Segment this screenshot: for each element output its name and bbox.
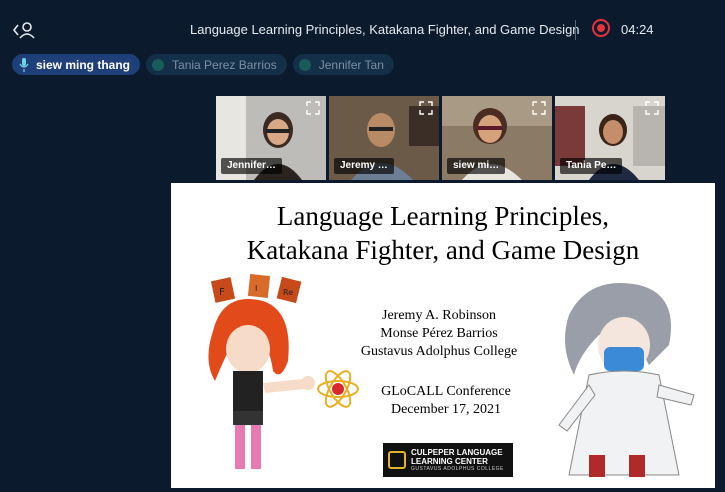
tile-name-label: Jeremy … [334, 158, 394, 174]
avatar-dot-icon [298, 58, 311, 71]
record-icon[interactable] [592, 19, 610, 37]
culpeper-logo: CULPEPER LANGUAGE LEARNING CENTER GUSTAV… [383, 443, 513, 477]
author-name: Monse Pérez Barrios [380, 326, 498, 341]
video-tile-tania[interactable]: Tania Pe… [555, 96, 665, 180]
tile-name-label: Jennifer… [221, 158, 282, 174]
person-back-icon[interactable] [12, 20, 38, 40]
author-name: Jeremy A. Robinson [382, 308, 496, 323]
slide-conference: GLoCALL Conference December 17, 2021 [341, 383, 551, 419]
svg-text:F: F [219, 287, 225, 298]
slide-title-line: Language Learning Principles, [276, 201, 610, 231]
expand-icon[interactable] [306, 101, 320, 115]
tile-name-label: siew mi… [447, 158, 506, 174]
participant-chips: siew ming thang Tania Perez Barrios Jenn… [12, 54, 394, 76]
conference-date: December 17, 2021 [390, 402, 502, 417]
participant-chip-jennifer-tan[interactable]: Jennifer Tan [292, 54, 394, 75]
expand-icon[interactable] [419, 101, 433, 115]
participant-chip-tania-perez-barrios[interactable]: Tania Perez Barrios [146, 54, 287, 75]
microphone-icon [19, 57, 29, 72]
slide-title: Language Learning Principles, Katakana F… [171, 199, 715, 267]
logo-subline: GUSTAVUS ADOLPHUS COLLEGE [411, 466, 504, 472]
video-tile-jennifer[interactable]: Jennifer… [216, 96, 326, 180]
svg-text:Re: Re [283, 288, 293, 297]
logo-line: LEARNING CENTER [411, 457, 488, 466]
culpeper-logo-mark-icon [388, 451, 406, 469]
participant-chip-label: Tania Perez Barrios [172, 57, 277, 72]
svg-text:I: I [255, 284, 257, 293]
meeting-top-bar: Language Learning Principles, Katakana F… [0, 0, 725, 58]
recording-timer: 04:24 [621, 22, 654, 37]
fighter-girl-illustration: F I Re [208, 274, 359, 469]
participant-chip-label: Jennifer Tan [318, 57, 384, 72]
video-tile-jeremy[interactable]: Jeremy … [329, 96, 439, 180]
author-affiliation: Gustavus Adolphus College [360, 344, 518, 359]
video-tile-siew-ming[interactable]: siew mi… [442, 96, 552, 180]
conference-name: GLoCALL Conference [381, 384, 511, 399]
scientist-illustration [558, 283, 695, 477]
shared-presentation-slide: Language Learning Principles, Katakana F… [171, 183, 715, 488]
meeting-title: Language Learning Principles, Katakana F… [190, 22, 580, 37]
logo-line: CULPEPER LANGUAGE [411, 448, 503, 457]
expand-icon[interactable] [645, 101, 659, 115]
expand-icon[interactable] [532, 101, 546, 115]
slide-authors: Jeremy A. Robinson Monse Pérez Barrios G… [341, 307, 537, 361]
title-divider [575, 20, 576, 40]
participant-chip-label: siew ming thang [36, 57, 131, 72]
participant-chip-siew-ming-thang[interactable]: siew ming thang [12, 54, 141, 75]
video-tiles: Jennifer… Jeremy … siew mi… Tania Pe… [216, 96, 665, 180]
tile-name-label: Tania Pe… [560, 158, 623, 174]
slide-title-line: Katakana Fighter, and Game Design [246, 235, 640, 265]
avatar-dot-icon [152, 58, 165, 71]
